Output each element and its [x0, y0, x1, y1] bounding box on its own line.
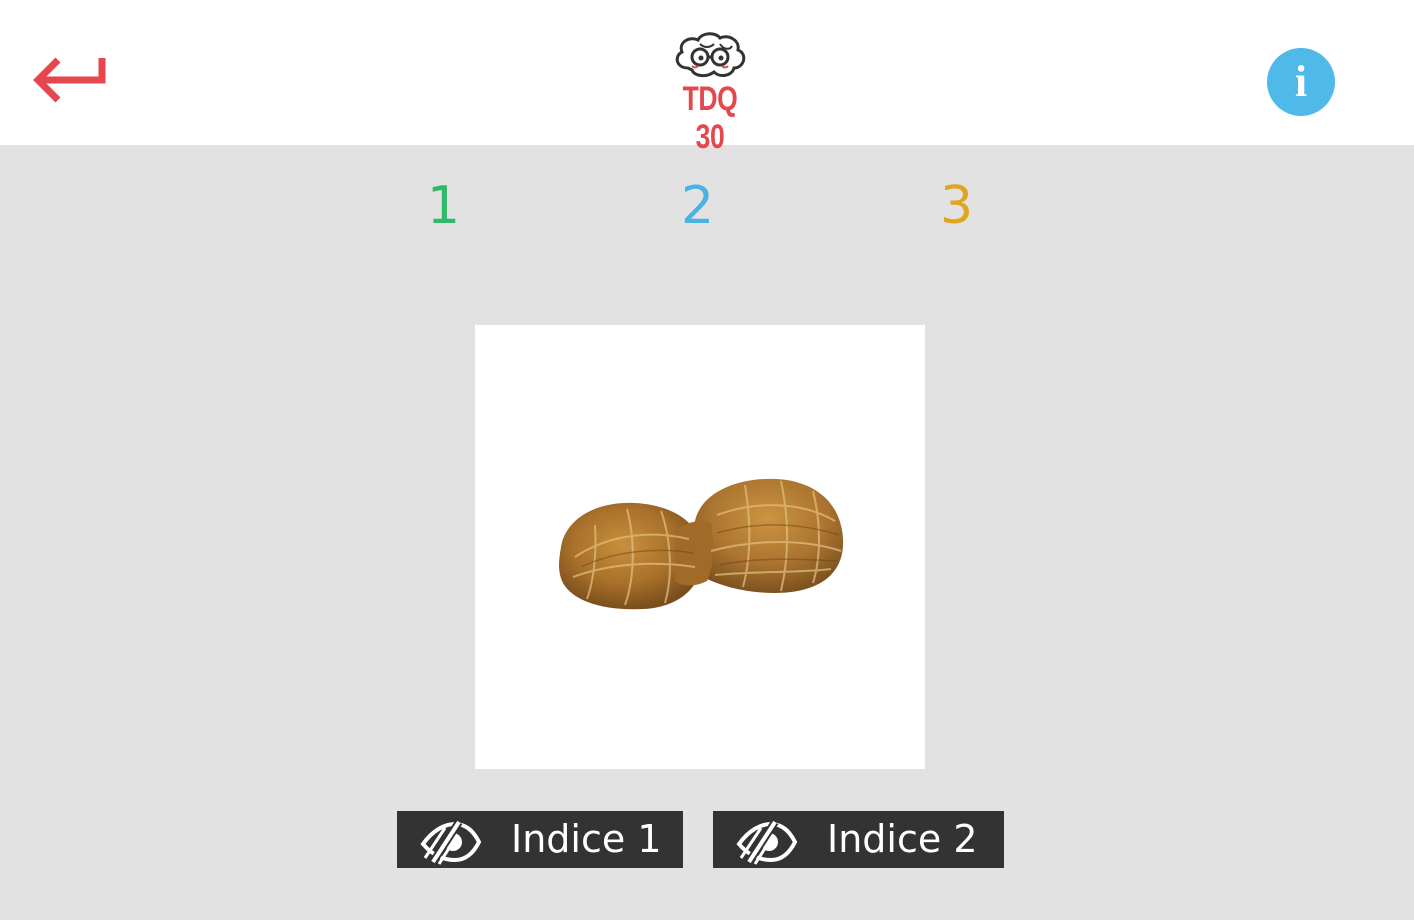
hint-1-button[interactable]: Indice 1 — [397, 811, 683, 868]
step-3[interactable]: 3 — [940, 176, 973, 236]
header-bar: TDQ 30 i — [0, 0, 1414, 156]
step-2[interactable]: 2 — [681, 176, 714, 236]
brain-with-glasses-icon — [675, 32, 746, 78]
hint-2-label: Indice 2 — [827, 817, 978, 861]
peanut-image — [559, 478, 844, 610]
hint-1-label: Indice 1 — [511, 817, 662, 861]
info-button[interactable]: i — [1267, 48, 1335, 116]
step-1[interactable]: 1 — [427, 176, 460, 236]
back-button[interactable] — [30, 52, 114, 110]
question-image-card — [475, 325, 925, 769]
hint-2-button[interactable]: Indice 2 — [713, 811, 1004, 868]
app-logo: TDQ 30 — [655, 30, 765, 156]
return-arrow-icon — [33, 57, 106, 103]
eye-slash-icon — [420, 819, 482, 865]
logo-text: TDQ 30 — [682, 80, 738, 156]
eye-slash-icon — [736, 819, 798, 865]
info-icon: i — [1294, 57, 1308, 106]
